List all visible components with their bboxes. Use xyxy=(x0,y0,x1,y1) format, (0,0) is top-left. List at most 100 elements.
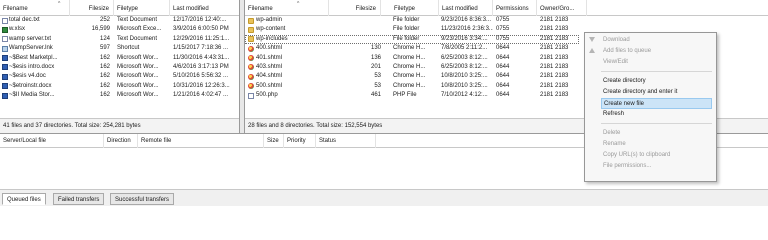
word-icon xyxy=(2,92,8,99)
menu-item-file-permissions[interactable]: File permissions... xyxy=(603,161,712,172)
tab-failed-transfers[interactable]: Failed transfers xyxy=(53,193,105,205)
local-col-lastmodified[interactable]: Last modified xyxy=(170,0,239,16)
file-size: 53 xyxy=(374,82,381,89)
file-modified: 7/10/2012 4:12:... xyxy=(441,92,488,99)
file-size: 136 xyxy=(370,54,381,61)
queue-col-size[interactable]: Size xyxy=(264,134,284,148)
file-type: Microsoft Exce... xyxy=(117,26,162,33)
file-name: total dec.txt xyxy=(9,17,40,23)
file-permissions: 0644 xyxy=(496,82,510,89)
file-owner: 2181 2183 xyxy=(540,92,569,99)
file-modified: 7/8/2005 2:11:2... xyxy=(441,45,488,52)
file-modified: 11/30/2016 4:43:31... xyxy=(173,54,230,61)
queue-col-direction[interactable]: Direction xyxy=(104,134,138,148)
remote-col-filename[interactable]: Filename xyxy=(245,0,329,16)
file-type: Microsoft Wor... xyxy=(117,82,159,89)
local-col-filename[interactable]: Filename xyxy=(0,0,70,16)
local-col-filetype[interactable]: Filetype xyxy=(114,0,170,16)
file-permissions: 0644 xyxy=(496,54,510,61)
table-row[interactable]: ~$esis intro.docx 162 Microsoft Wor... 4/6/… xyxy=(0,63,239,72)
table-row[interactable]: w.xlsx 16,599 Microsoft Exce... 3/9/2016 6:… xyxy=(0,25,239,34)
menu-item-download[interactable]: Download xyxy=(603,35,712,46)
menu-separator xyxy=(601,71,712,72)
file-name: 403.shtml xyxy=(256,63,283,70)
file-name: w.xlsx xyxy=(9,26,26,33)
chrome-html-icon xyxy=(248,45,254,52)
local-col-filesize[interactable]: Filesize xyxy=(70,0,114,16)
file-size: 201 xyxy=(370,63,381,70)
file-modified: 1/15/2017 7:18:36 ... xyxy=(173,45,229,52)
file-size: 16,599 xyxy=(91,26,110,33)
remote-col-permissions[interactable]: Permissions xyxy=(493,0,537,16)
remote-col-filetype[interactable]: Filetype xyxy=(391,0,439,16)
queue-col-server-local[interactable]: Server/Local file xyxy=(0,134,104,148)
queue-col-status[interactable]: Status xyxy=(316,134,376,148)
shortcut-icon xyxy=(2,45,8,52)
file-name: wp-admin xyxy=(256,17,283,23)
file-owner: 2181 2183 xyxy=(540,45,569,52)
file-modified: 12/17/2016 12:40:... xyxy=(173,17,227,23)
table-row[interactable]: ~$esis v4.doc 162 Microsoft Wor... 5/10/201… xyxy=(0,72,239,81)
menu-item-delete[interactable]: Delete xyxy=(603,128,712,139)
file-size: 124 xyxy=(99,35,110,42)
file-type: Chrome H... xyxy=(393,82,426,89)
file-name: 500.shtml xyxy=(256,82,283,89)
table-row[interactable]: wp-includes File folder 9/23/2016 3:34:...… xyxy=(245,34,579,45)
local-file-list[interactable]: total dec.txt 252 Text Document 12/17/2016 … xyxy=(0,16,239,101)
tab-queued-files[interactable]: Queued files xyxy=(2,193,46,205)
file-owner: 2181 2183 xyxy=(540,73,569,80)
file-size: 162 xyxy=(99,73,110,80)
queue-col-priority[interactable]: Priority xyxy=(284,134,316,148)
file-permissions: 0755 xyxy=(496,26,510,33)
table-row[interactable]: ~$etroinstr.docx 162 Microsoft Wor... 10/31… xyxy=(0,82,239,91)
table-row[interactable]: WampServer.lnk 597 Shortcut 1/15/2017 7:18:… xyxy=(0,44,239,53)
file-modified: 10/8/2010 3:25:... xyxy=(441,73,488,80)
file-modified: 6/25/2003 8:12:... xyxy=(441,54,488,61)
chrome-html-icon xyxy=(248,55,254,62)
remote-col-lastmodified[interactable]: Last modified xyxy=(439,0,493,16)
excel-icon xyxy=(2,26,8,33)
file-type: Chrome H... xyxy=(393,45,426,52)
file-modified: 9/23/2016 8:36:3... xyxy=(441,17,492,23)
file-size: 162 xyxy=(99,63,110,70)
local-file-pane[interactable]: ^ Filename Filesize Filetype Last modifi… xyxy=(0,0,240,133)
table-row[interactable]: ~$II Media Stor... 162 Microsoft Wor... 1/2… xyxy=(0,91,239,100)
word-icon xyxy=(2,55,8,62)
tab-successful-transfers[interactable]: Successful transfers xyxy=(110,193,175,205)
file-name: ~$II Media Stor... xyxy=(9,92,55,99)
menu-item-add-files-to-queue[interactable]: Add files to queue xyxy=(603,46,712,57)
queue-col-remote-file[interactable]: Remote file xyxy=(138,134,264,148)
file-modified: 5/10/2016 5:56:32 ... xyxy=(173,73,229,80)
file-type: Microsoft Wor... xyxy=(117,73,159,80)
menu-item-rename[interactable]: Rename xyxy=(603,139,712,150)
file-permissions: 0644 xyxy=(496,92,510,99)
local-column-header: ^ Filename Filesize Filetype Last modifi… xyxy=(0,0,239,16)
file-permissions: 0755 xyxy=(496,35,510,42)
menu-item-create-new-file[interactable]: Create new file xyxy=(601,98,712,109)
file-type: File folder xyxy=(393,26,420,33)
folder-icon xyxy=(248,26,254,33)
file-type: Microsoft Wor... xyxy=(117,54,159,61)
remote-col-filesize[interactable]: Filesize xyxy=(329,0,381,16)
file-modified: 4/6/2016 3:17:13 PM xyxy=(173,63,229,70)
folder-icon xyxy=(248,36,254,43)
menu-separator xyxy=(601,123,712,124)
file-type: Text Document xyxy=(117,17,158,23)
file-type: Chrome H... xyxy=(393,54,426,61)
context-menu[interactable]: Download Add files to queue View/Edit Creat… xyxy=(584,32,717,182)
menu-item-copy-url-s-to-clipboard[interactable]: Copy URL(s) to clipboard xyxy=(603,150,712,161)
menu-item-create-directory-and-enter-it[interactable]: Create directory and enter it xyxy=(603,87,712,98)
file-type: Chrome H... xyxy=(393,73,426,80)
file-type: Chrome H... xyxy=(393,63,426,70)
file-modified: 10/31/2016 12:26:3... xyxy=(173,82,230,89)
menu-item-create-directory[interactable]: Create directory xyxy=(603,76,712,87)
menu-item-view-edit[interactable]: View/Edit xyxy=(603,57,712,68)
table-row[interactable]: ~$Best Marketpl... 162 Microsoft Wor... 11/… xyxy=(0,54,239,63)
table-row[interactable]: wamp server.txt 124 Text Document 12/29/201… xyxy=(0,35,239,44)
file-type: File folder xyxy=(393,35,420,42)
menu-item-refresh[interactable]: Refresh xyxy=(603,109,712,120)
remote-col-owner[interactable]: Owner/Gro... xyxy=(537,0,587,16)
table-row[interactable]: wp-admin File folder 9/23/2016 8:36:3... 07… xyxy=(245,16,768,25)
table-row[interactable]: total dec.txt 252 Text Document 12/17/2016 … xyxy=(0,16,239,25)
file-permissions: 0644 xyxy=(496,63,510,70)
